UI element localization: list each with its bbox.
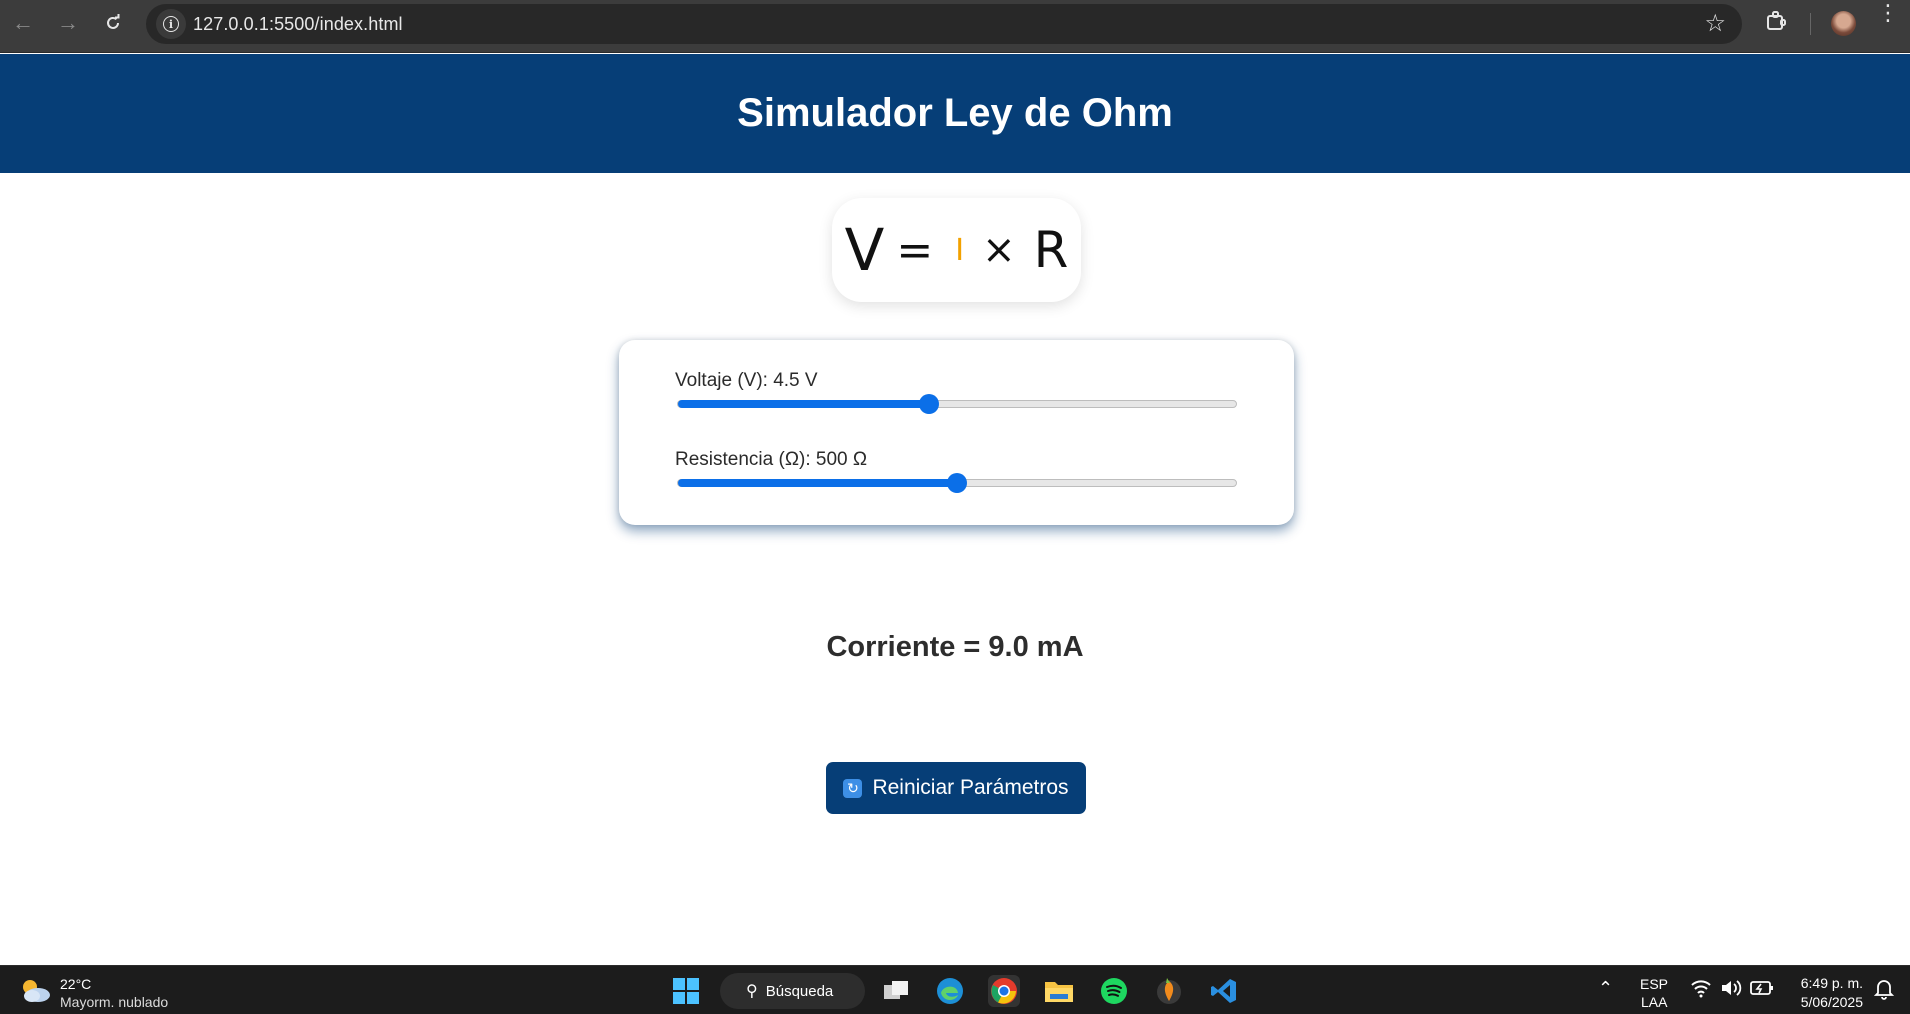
resistance-label: Resistencia (Ω): 500 Ω [675, 449, 868, 470]
voltage-slider[interactable] [677, 394, 1237, 414]
controls-card: Voltaje (V): 4.5 V Resistencia (Ω): 500 … [619, 340, 1294, 525]
page-header: Simulador Ley de Ohm [0, 54, 1910, 173]
formula-v: V [844, 216, 885, 284]
chrome-browser-icon[interactable] [988, 975, 1020, 1007]
formula-card: V = I × R [832, 198, 1081, 302]
volume-icon[interactable] [1720, 978, 1742, 1001]
taskbar-search[interactable]: ⚲ Búsqueda [720, 973, 865, 1009]
formula-r: R [1033, 221, 1069, 279]
profile-avatar[interactable] [1831, 11, 1856, 36]
notification-bell-icon[interactable] [1873, 978, 1895, 1003]
reset-button-label: Reiniciar Parámetros [872, 776, 1069, 799]
vscode-icon[interactable] [1208, 975, 1240, 1007]
battery-icon[interactable] [1750, 979, 1774, 1000]
windows-taskbar: 22°C Mayorm. nublado ⚲ Búsqueda ⌃ ESP LA… [0, 965, 1910, 1014]
reload-icon[interactable] [100, 10, 126, 36]
voltage-slider-thumb[interactable] [919, 394, 940, 414]
reset-button[interactable]: ↻ Reiniciar Parámetros [826, 762, 1086, 814]
keyboard-layout[interactable]: LAA [1641, 994, 1667, 1010]
page-title: Simulador Ley de Ohm [737, 91, 1173, 135]
voltage-label: Voltaje (V): 4.5 V [675, 370, 818, 391]
resistance-slider-fill [678, 479, 957, 487]
back-icon[interactable]: ← [10, 10, 36, 36]
chevron-up-icon[interactable]: ⌃ [1598, 978, 1613, 999]
task-view-icon[interactable] [880, 975, 912, 1007]
windows-start-icon[interactable] [670, 975, 702, 1007]
current-result: Corriente = 9.0 mA [826, 631, 1084, 663]
voltage-slider-fill [678, 400, 930, 408]
url-text[interactable]: 127.0.0.1:5500/index.html [193, 14, 403, 35]
formula-times: × [982, 227, 1016, 273]
weather-temperature[interactable]: 22°C [60, 976, 91, 992]
language-code[interactable]: ESP [1640, 976, 1668, 992]
bookmark-star-icon[interactable]: ☆ [1704, 9, 1726, 38]
browser-toolbar: ← → i 127.0.0.1:5500/index.html ☆ ⋮ [0, 0, 1910, 53]
spotify-icon[interactable] [1098, 975, 1130, 1007]
wifi-icon[interactable] [1690, 978, 1712, 1001]
search-label: Búsqueda [765, 982, 834, 1000]
weather-description[interactable]: Mayorm. nublado [60, 994, 168, 1010]
edge-browser-icon[interactable] [934, 975, 966, 1007]
address-bar[interactable]: i 127.0.0.1:5500/index.html ☆ [146, 4, 1742, 44]
resistance-slider-thumb[interactable] [947, 473, 967, 493]
fl-studio-icon[interactable] [1153, 975, 1185, 1007]
forward-icon[interactable]: → [55, 10, 81, 36]
formula-equals: = [896, 224, 934, 276]
resistance-slider[interactable] [677, 473, 1237, 493]
site-info-icon[interactable]: i [156, 9, 186, 39]
refresh-icon: ↻ [843, 778, 863, 798]
search-icon: ⚲ [746, 983, 758, 1000]
file-explorer-icon[interactable] [1043, 975, 1075, 1007]
clock-time[interactable]: 6:49 p. m. [1795, 975, 1863, 991]
formula-i: I [955, 232, 965, 268]
clock-date[interactable]: 5/06/2025 [1787, 994, 1863, 1010]
extensions-icon[interactable] [1765, 10, 1787, 38]
toolbar-divider [1810, 13, 1811, 35]
partly-cloudy-icon[interactable] [18, 976, 52, 1004]
menu-dots-icon[interactable]: ⋮ [1877, 2, 1899, 24]
